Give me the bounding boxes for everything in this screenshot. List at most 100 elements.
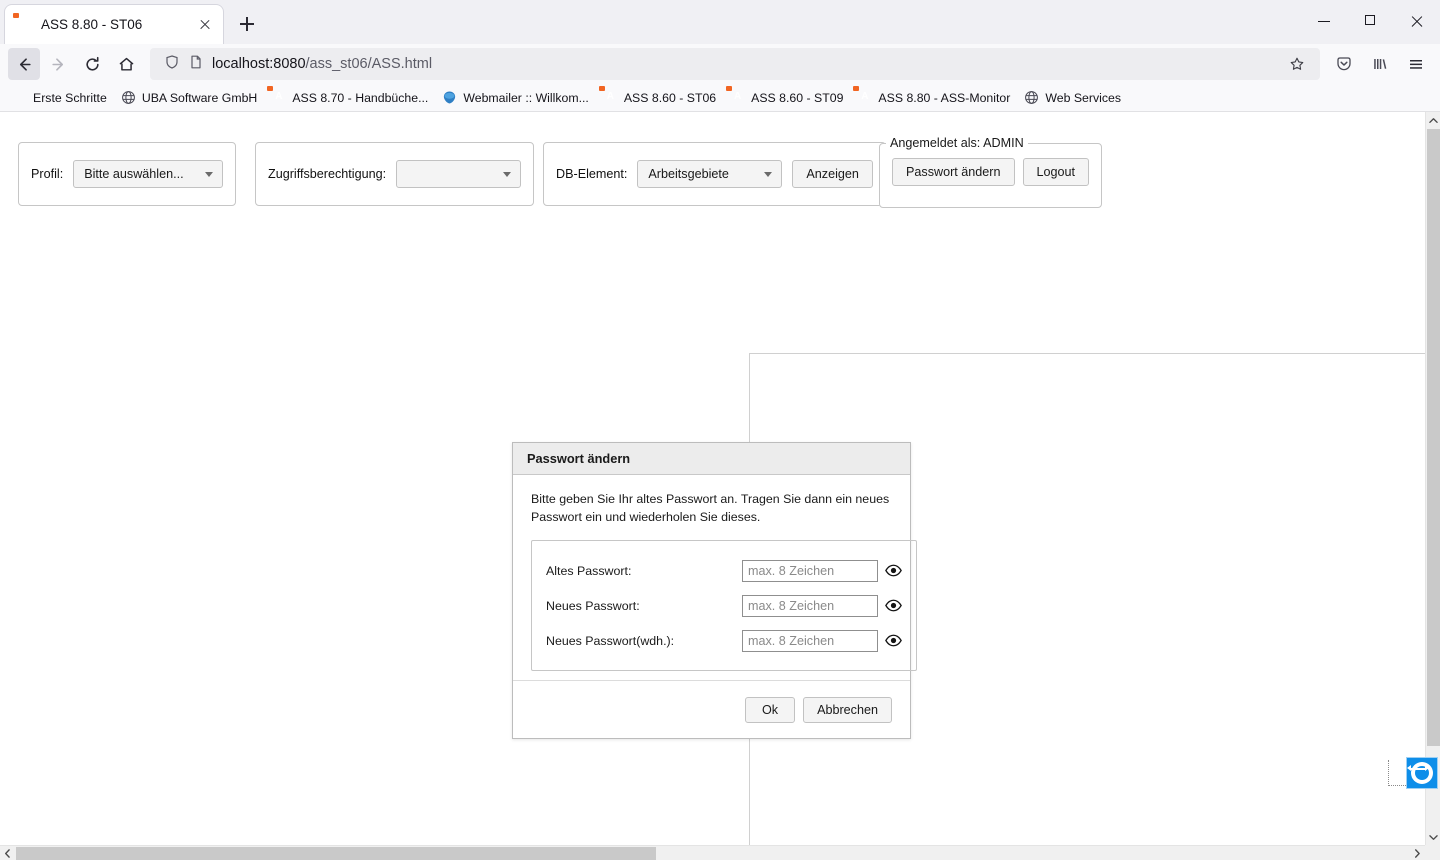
bookmarks-bar: Erste Schritte UBA Software GmbH ASS 8.7… <box>0 84 1440 112</box>
navigation-toolbar: localhost:8080/ass_st06/ASS.html <box>0 44 1440 84</box>
chevron-down-icon <box>205 172 214 177</box>
abbrechen-button[interactable]: Abbrechen <box>803 696 892 723</box>
teamviewer-icon[interactable] <box>1406 757 1438 789</box>
ass-favicon <box>603 90 618 105</box>
session-panel: Angemeldet als: ADMIN Passwort ändern Lo… <box>879 136 1103 208</box>
eye-icon[interactable] <box>882 634 904 647</box>
bookmark-label: Erste Schritte <box>33 90 107 105</box>
scroll-right-arrow-icon[interactable] <box>1410 846 1425 860</box>
pocket-icon[interactable] <box>1328 48 1360 80</box>
old-password-row: Altes Passwort: <box>546 553 904 588</box>
vertical-scrollbar[interactable] <box>1425 112 1440 845</box>
ok-button[interactable]: Ok <box>744 696 796 723</box>
dialog-body: Bitte geben Sie Ihr altes Passwort an. T… <box>513 475 917 680</box>
new-password-input[interactable] <box>742 594 878 617</box>
old-password-label: Altes Passwort: <box>546 563 632 578</box>
shield-icon[interactable] <box>164 54 180 75</box>
profil-select[interactable]: Bitte auswählen... <box>73 160 224 188</box>
repeat-password-input[interactable] <box>742 629 878 652</box>
star-icon[interactable] <box>1282 49 1312 79</box>
zugriffsberechtigung-select[interactable] <box>396 160 522 188</box>
old-password-input[interactable] <box>742 559 878 582</box>
hamburger-menu-icon[interactable] <box>1400 48 1432 80</box>
repeat-password-label: Neues Passwort(wdh.): <box>546 633 675 648</box>
browser-tab[interactable]: ASS 8.80 - ST06 <box>4 4 224 44</box>
horizontal-scroll-thumb[interactable] <box>16 847 656 860</box>
maximize-icon[interactable] <box>1348 0 1394 44</box>
bookmark-label: ASS 8.60 - ST06 <box>623 90 717 105</box>
bookmark-item-ass-860-st09[interactable]: ASS 8.60 - ST09 <box>724 87 849 108</box>
bookmark-item-ass-870-handbuecher[interactable]: ASS 8.70 - Handbüche... <box>265 87 434 108</box>
globe-icon <box>1024 90 1039 105</box>
scroll-down-arrow-icon[interactable] <box>1426 829 1440 845</box>
change-password-dialog: Passwort ändern Bitte geben Sie Ihr alte… <box>512 442 917 739</box>
bookmark-item-web-services[interactable]: Web Services <box>1018 87 1127 108</box>
toolbar-right-actions <box>1328 48 1432 80</box>
bookmark-label: ASS 8.60 - ST09 <box>751 90 844 105</box>
logout-button[interactable]: Logout <box>1022 158 1090 186</box>
page-icon[interactable] <box>188 54 204 75</box>
bookmark-label: ASS 8.70 - Handbüche... <box>292 90 429 105</box>
bookmark-item-ass-880-monitor[interactable]: ASS 8.80 - ASS-Monitor <box>851 87 1016 108</box>
passwort-aendern-button[interactable]: Passwort ändern <box>892 158 1015 186</box>
url-bar[interactable]: localhost:8080/ass_st06/ASS.html <box>150 48 1320 80</box>
firefox-icon <box>12 90 27 105</box>
dialog-description: Bitte geben Sie Ihr altes Passwort an. T… <box>531 492 890 524</box>
window-close-icon[interactable] <box>1394 0 1440 44</box>
chevron-down-icon <box>503 172 512 177</box>
scrollbar-corner <box>1425 845 1440 860</box>
dialog-header: Passwort ändern <box>513 443 910 475</box>
window-controls <box>1302 0 1440 44</box>
repeat-password-row: Neues Passwort(wdh.): <box>546 623 904 658</box>
profil-select-value: Bitte auswählen... <box>84 167 184 181</box>
url-host: localhost:8080 <box>212 56 306 72</box>
url-path: /ass_st06/ASS.html <box>305 56 433 72</box>
bookmark-item-webmailer[interactable]: Webmailer :: Willkom... <box>436 87 595 108</box>
library-icon[interactable] <box>1364 48 1396 80</box>
bookmark-label: UBA Software GmbH <box>141 90 258 105</box>
bookmark-item-uba-software[interactable]: UBA Software GmbH <box>115 87 264 108</box>
zugriffsberechtigung-panel: Zugriffsberechtigung: <box>255 142 535 206</box>
home-icon[interactable] <box>110 48 142 80</box>
ass-favicon <box>857 90 872 105</box>
scroll-up-arrow-icon[interactable] <box>1426 112 1440 128</box>
browser-window: ASS 8.80 - ST06 localhost:8080/ass_st06/… <box>0 0 1440 860</box>
db-element-panel: DB-Element: Arbeitsgebiete Anzeigen <box>543 142 886 206</box>
horizontal-scrollbar[interactable] <box>0 845 1440 860</box>
tab-strip: ASS 8.80 - ST06 <box>0 0 1440 44</box>
reload-icon[interactable] <box>76 48 108 80</box>
zugriffsberechtigung-label: Zugriffsberechtigung: <box>268 167 387 181</box>
eye-icon[interactable] <box>882 564 904 577</box>
vertical-scroll-thumb[interactable] <box>1427 129 1440 746</box>
tab-title: ASS 8.80 - ST06 <box>41 17 143 32</box>
bookmark-label: Webmailer :: Willkom... <box>463 90 589 105</box>
url-bar-actions <box>1282 49 1312 79</box>
ass-favicon <box>17 17 33 33</box>
anzeigen-button[interactable]: Anzeigen <box>792 160 873 188</box>
chevron-down-icon <box>764 172 773 177</box>
new-tab-button[interactable] <box>232 9 262 39</box>
eye-icon[interactable] <box>882 599 904 612</box>
new-password-row: Neues Passwort: <box>546 588 904 623</box>
globe-icon <box>121 90 136 105</box>
back-arrow-icon[interactable] <box>8 48 40 80</box>
db-element-select-value: Arbeitsgebiete <box>648 167 729 181</box>
bookmark-item-ass-860-st06[interactable]: ASS 8.60 - ST06 <box>597 87 722 108</box>
scroll-left-arrow-icon[interactable] <box>0 846 15 860</box>
new-password-label: Neues Passwort: <box>546 598 640 613</box>
bookmark-label: Web Services <box>1045 90 1121 105</box>
minimize-icon[interactable] <box>1302 0 1348 44</box>
page-viewport: Profil: Bitte auswählen... Zugriffsberec… <box>0 112 1440 860</box>
url-text[interactable]: localhost:8080/ass_st06/ASS.html <box>212 56 432 72</box>
db-element-label: DB-Element: <box>556 167 628 181</box>
db-element-select[interactable]: Arbeitsgebiete <box>637 160 783 188</box>
teamviewer-connector <box>1388 760 1406 786</box>
bookmark-item-erste-schritte[interactable]: Erste Schritte <box>6 87 113 108</box>
password-fields-group: Altes Passwort: Neues Passwort: <box>531 540 917 672</box>
close-icon[interactable] <box>195 15 215 35</box>
profil-panel: Profil: Bitte auswählen... <box>18 142 237 206</box>
bookmark-label: ASS 8.80 - ASS-Monitor <box>878 90 1011 105</box>
forward-arrow-icon[interactable] <box>42 48 74 80</box>
page-content: Profil: Bitte auswählen... Zugriffsberec… <box>0 112 1440 860</box>
webmailer-icon <box>442 90 457 105</box>
